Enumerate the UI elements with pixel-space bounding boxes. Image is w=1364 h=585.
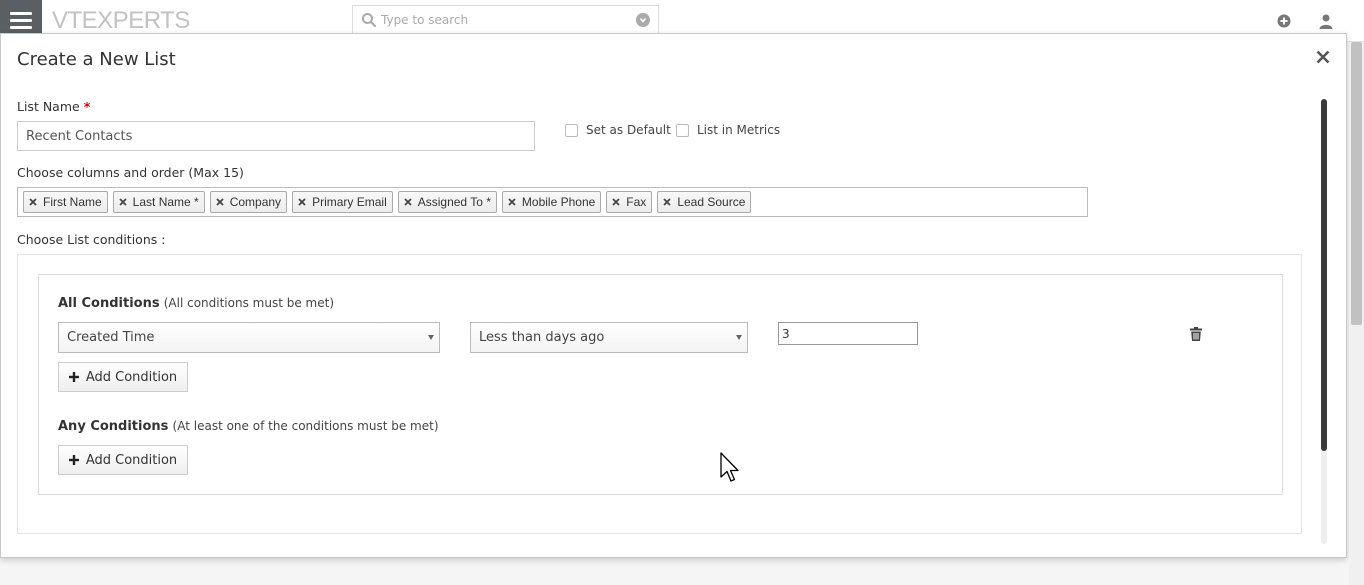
all-conditions-subtitle: (All conditions must be met): [163, 296, 334, 310]
plus-icon: [68, 372, 79, 382]
condition-field-value: Created Time: [67, 330, 155, 345]
columns-label: Choose columns and order (Max 15): [17, 165, 244, 180]
column-tag-label: Last Name *: [132, 195, 199, 209]
remove-icon[interactable]: [508, 198, 516, 206]
set-default-checkbox[interactable]: [565, 123, 578, 137]
list-name-label-text: List Name: [17, 99, 80, 114]
column-tag-label: Fax: [626, 195, 647, 209]
all-conditions-heading: All Conditions (All conditions must be m…: [58, 296, 334, 311]
list-in-metrics-checkbox[interactable]: [676, 123, 689, 137]
plus-circle-icon[interactable]: [1276, 13, 1292, 29]
column-tag-label: Company: [229, 195, 282, 209]
add-condition-label: Add Condition: [85, 452, 178, 468]
page-scrollbar[interactable]: [1349, 42, 1364, 585]
column-tag[interactable]: Company: [209, 191, 288, 213]
conditions-inner-panel: All Conditions (All conditions must be m…: [38, 274, 1283, 495]
global-search-box[interactable]: [352, 5, 659, 35]
user-icon[interactable]: [1318, 13, 1334, 29]
column-tag[interactable]: Assigned To *: [397, 191, 497, 213]
list-in-metrics-option[interactable]: List in Metrics: [676, 123, 780, 137]
create-list-modal: Create a New List List Name * Set as Def…: [0, 33, 1347, 558]
all-conditions-title: All Conditions: [58, 296, 160, 311]
trash-icon[interactable]: [1190, 327, 1202, 341]
column-tag[interactable]: First Name: [23, 191, 108, 213]
column-tag[interactable]: Mobile Phone: [501, 191, 602, 213]
condition-operator-select[interactable]: Less than days ago: [470, 322, 748, 353]
search-icon: [362, 13, 377, 28]
add-condition-label: Add Condition: [85, 369, 178, 385]
add-all-condition-button[interactable]: Add Condition: [58, 362, 188, 392]
conditions-label: Choose List conditions :: [17, 232, 166, 247]
remove-icon[interactable]: [119, 198, 127, 206]
set-default-option[interactable]: Set as Default: [565, 123, 671, 137]
column-tag[interactable]: Lead Source: [657, 191, 752, 213]
remove-icon[interactable]: [663, 198, 671, 206]
add-any-condition-button[interactable]: Add Condition: [58, 445, 188, 475]
conditions-panel: All Conditions (All conditions must be m…: [17, 254, 1302, 534]
column-tag-label: First Name: [43, 195, 102, 209]
plus-icon: [68, 455, 79, 465]
mouse-cursor-icon: [720, 452, 739, 482]
close-icon[interactable]: [1315, 49, 1331, 65]
column-tag-label: Primary Email: [312, 195, 387, 209]
remove-icon[interactable]: [404, 198, 412, 206]
modal-scrollbar-thumb[interactable]: [1321, 99, 1327, 451]
caret-down-icon: [428, 335, 434, 340]
remove-icon[interactable]: [612, 198, 620, 206]
remove-icon[interactable]: [216, 198, 224, 206]
column-tag-label: Assigned To *: [417, 195, 491, 209]
column-tag-label: Lead Source: [677, 195, 746, 209]
any-conditions-title: Any Conditions: [58, 419, 169, 434]
page-scrollbar-thumb[interactable]: [1351, 42, 1362, 325]
columns-selector[interactable]: First Name Last Name * Company Primary E…: [17, 187, 1088, 217]
condition-field-select[interactable]: Created Time: [58, 322, 440, 353]
condition-operator-value: Less than days ago: [479, 330, 605, 345]
column-tag[interactable]: Fax: [606, 191, 653, 213]
remove-icon[interactable]: [29, 198, 37, 206]
column-tag[interactable]: Last Name *: [112, 191, 205, 213]
chevron-down-icon[interactable]: [636, 13, 650, 27]
list-in-metrics-label: List in Metrics: [697, 123, 781, 137]
condition-value-input[interactable]: [778, 322, 918, 345]
global-search-input[interactable]: [381, 13, 636, 27]
column-tag-label: Mobile Phone: [521, 195, 596, 209]
any-conditions-heading: Any Conditions (At least one of the cond…: [58, 419, 439, 434]
remove-icon[interactable]: [298, 198, 306, 206]
modal-scrollbar[interactable]: [1321, 99, 1327, 544]
any-conditions-subtitle: (At least one of the conditions must be …: [172, 419, 439, 433]
caret-down-icon: [736, 335, 742, 340]
column-tag[interactable]: Primary Email: [292, 191, 393, 213]
modal-title: Create a New List: [17, 49, 176, 70]
set-default-label: Set as Default: [586, 123, 671, 137]
required-mark: *: [83, 99, 91, 114]
list-name-label: List Name *: [17, 99, 90, 114]
app-logo: VTEXPERTS: [52, 7, 190, 34]
list-name-input[interactable]: [17, 121, 535, 151]
